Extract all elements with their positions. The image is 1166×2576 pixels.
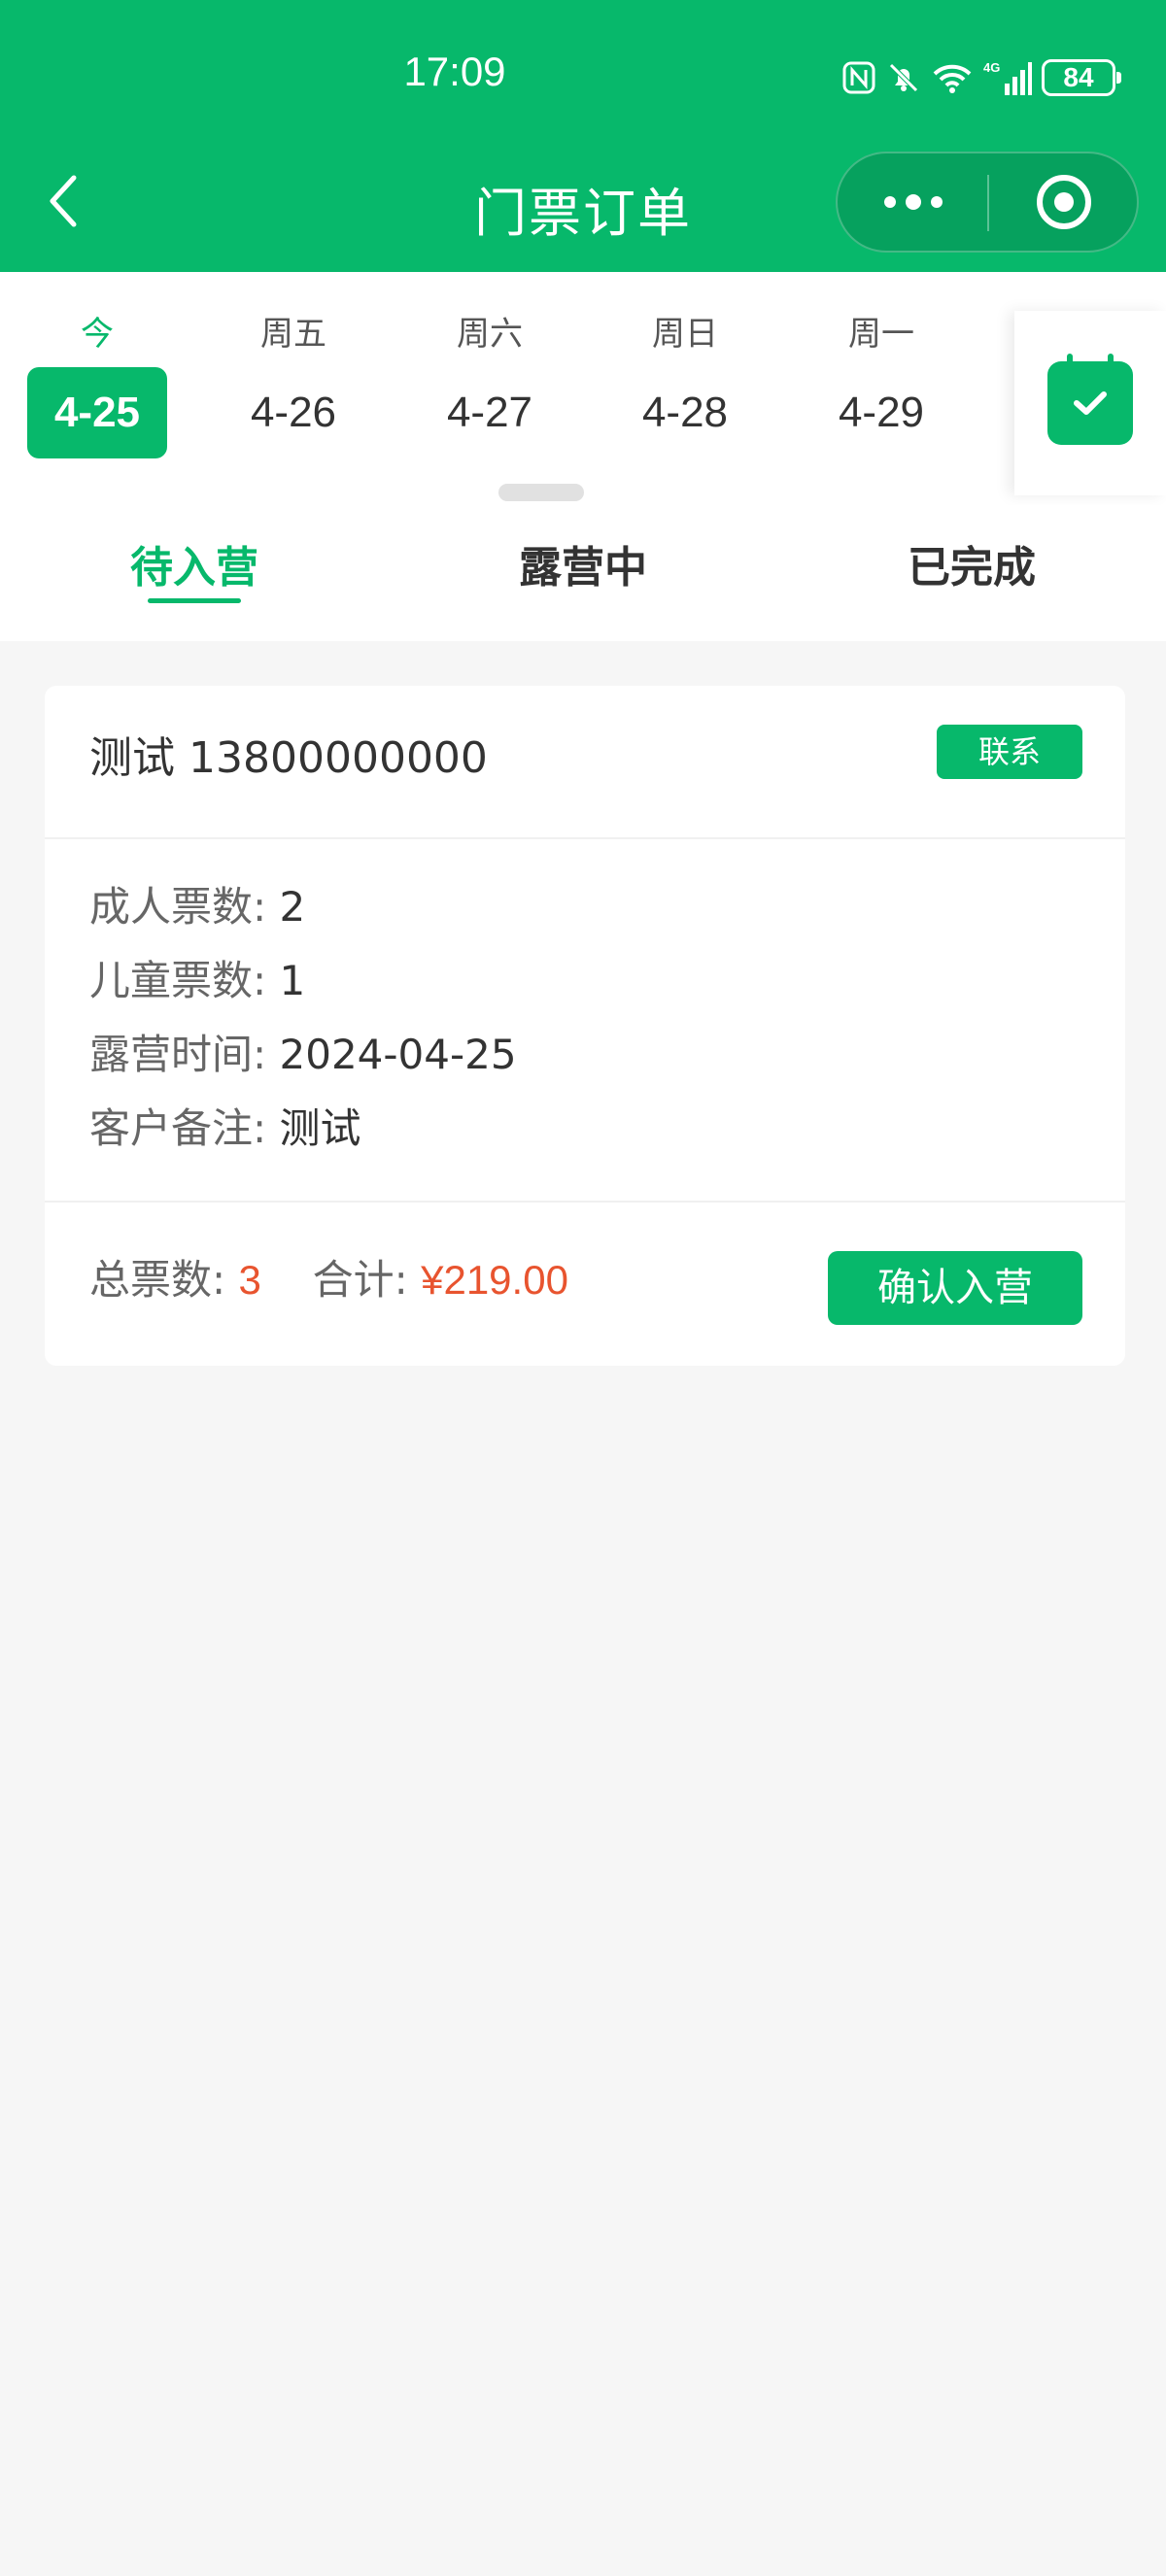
detail-value: 2	[279, 883, 306, 931]
date-item-4-25[interactable]: 今 4-25	[27, 311, 167, 458]
date-weekday: 周五	[260, 315, 326, 354]
detail-label: 客户备注:	[89, 1104, 267, 1152]
date-value: 4-28	[641, 389, 729, 436]
tab-completed[interactable]: 已完成	[777, 532, 1166, 594]
more-button[interactable]	[838, 153, 989, 251]
detail-row-customer-note: 客户备注: 测试	[89, 1096, 361, 1155]
detail-label: 露营时间:	[89, 1031, 267, 1078]
confirm-checkin-button[interactable]: 确认入营	[828, 1251, 1082, 1325]
drag-handle[interactable]	[498, 484, 584, 501]
date-item-4-29[interactable]: 周一 4-29	[811, 311, 951, 458]
order-card-footer: 总票数: 3 合计: ¥219.00 确认入营	[45, 1203, 1125, 1366]
total-price-label: 合计:	[312, 1256, 408, 1304]
order-details: 成人票数: 2 儿童票数: 1 露营时间: 2024-04-25 客户备注: 测…	[45, 839, 1125, 1203]
date-value: 4-26	[250, 389, 337, 436]
date-item-4-27[interactable]: 周六 4-27	[420, 311, 560, 458]
status-tabs: 待入营 露营中 已完成	[0, 505, 1166, 641]
contact-button[interactable]: 联系	[937, 725, 1082, 779]
detail-value: 2024-04-25	[279, 1031, 517, 1078]
tab-camping[interactable]: 露营中	[389, 532, 777, 594]
mini-program-capsule	[836, 152, 1139, 253]
header: 17:09 4G 84 门票订单	[0, 0, 1166, 272]
date-item-4-26[interactable]: 周五 4-26	[223, 311, 363, 458]
detail-value: 1	[279, 957, 306, 1004]
detail-row-child-tickets: 儿童票数: 1	[89, 948, 305, 1007]
signal-4g-icon: 4G	[983, 58, 1032, 97]
detail-label: 成人票数:	[89, 883, 267, 931]
calendar-check-icon	[1047, 354, 1133, 445]
battery-icon: 84	[1042, 59, 1121, 96]
total-tickets-label: 总票数:	[89, 1256, 226, 1304]
status-time: 17:09	[403, 49, 506, 94]
bell-muted-icon	[886, 60, 921, 95]
calendar-button[interactable]	[1014, 311, 1166, 495]
total-tickets-value: 3	[238, 1257, 261, 1303]
date-weekday: 周一	[848, 315, 914, 354]
date-value: 4-27	[446, 389, 533, 436]
detail-value: 测试	[279, 1104, 361, 1152]
tab-pending[interactable]: 待入营	[0, 532, 389, 594]
active-tab-indicator	[148, 598, 241, 603]
customer-info: 测试 13800000000	[89, 733, 488, 783]
date-item-4-28[interactable]: 周日 4-28	[615, 311, 755, 458]
detail-row-camp-date: 露营时间: 2024-04-25	[89, 1022, 517, 1081]
svg-text:4G: 4G	[983, 60, 1000, 75]
date-selector: 今 4-25 周五 4-26 周六 4-27 周日 4-28 周一 4-29	[0, 272, 1166, 505]
order-totals: 总票数: 3 合计: ¥219.00	[89, 1247, 568, 1306]
nfc-icon	[841, 60, 876, 95]
date-value: 4-25	[27, 367, 167, 458]
status-icons: 4G 84	[841, 56, 1121, 99]
more-dots-icon	[884, 196, 896, 208]
date-weekday: 周日	[652, 315, 718, 354]
wifi-icon	[931, 60, 974, 95]
detail-row-adult-tickets: 成人票数: 2	[89, 874, 305, 933]
order-card: 测试 13800000000 联系 成人票数: 2 儿童票数: 1 露营时间: …	[45, 686, 1125, 1366]
close-program-button[interactable]	[989, 153, 1139, 251]
total-price-value: ¥219.00	[421, 1257, 568, 1303]
date-value: 4-29	[838, 389, 925, 436]
order-card-header: 测试 13800000000 联系	[45, 686, 1125, 839]
target-ring-icon	[1037, 175, 1091, 229]
detail-label: 儿童票数:	[89, 957, 267, 1004]
date-weekday: 周六	[457, 315, 523, 354]
date-weekday: 今	[81, 315, 114, 354]
